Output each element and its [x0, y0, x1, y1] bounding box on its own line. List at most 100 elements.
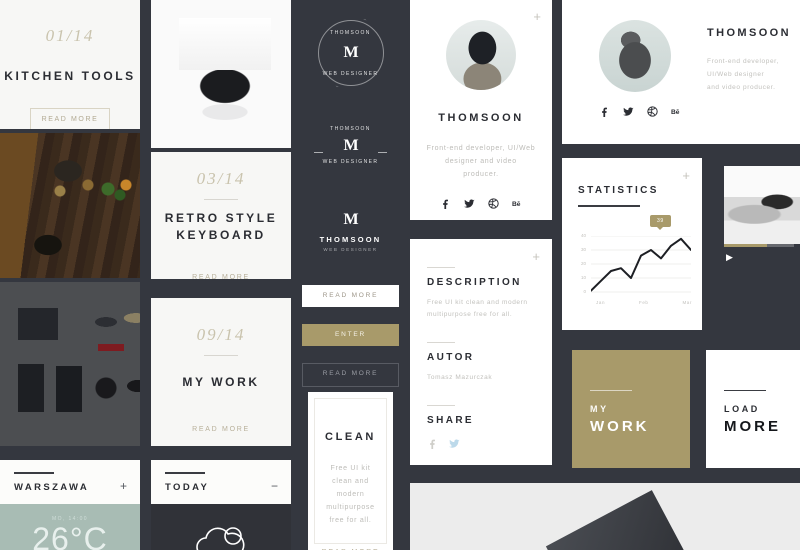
card-title: KITCHEN TOOLS [4, 69, 136, 83]
logo-stacked[interactable]: M THOMSOON WEB DESIGNER [302, 211, 399, 253]
chart-tooltip: 39 [650, 215, 671, 230]
facebook-icon[interactable] [427, 438, 438, 449]
twitter-icon[interactable] [623, 106, 634, 117]
arc-bottom-text: WEB DESIGNER [322, 159, 379, 165]
weather-city-label: WARSZAWA [14, 482, 90, 493]
facebook-icon[interactable] [440, 198, 451, 209]
profile-card-vertical[interactable]: + THOMSOON Front-end developer, UI/Web d… [410, 0, 552, 220]
read-more-ghost-button[interactable]: READ MORE [302, 363, 399, 387]
y-tick-20: 20 [580, 261, 586, 266]
dribbble-icon[interactable] [487, 198, 499, 209]
photo-card-accessories-flatlay[interactable] [0, 282, 140, 446]
expand-plus-icon[interactable]: + [533, 10, 541, 23]
behance-icon[interactable]: Bē [671, 106, 682, 117]
button-group: READ MORE ENTER READ MORE [302, 285, 399, 387]
badge-top-text: THOMSOON [330, 30, 371, 36]
tile-line1: LOAD [724, 404, 760, 414]
card-title: MY WORK [182, 375, 260, 389]
divider [204, 355, 238, 356]
read-more-link[interactable]: READ MORE [151, 274, 291, 279]
card-retro-style-keyboard[interactable]: 03/14 RETRO STYLE KEYBOARD READ MORE [151, 152, 291, 279]
y-tick-30: 30 [580, 247, 586, 252]
chart-plot-area: 40 30 20 10 0 Jan Feb Mar [574, 233, 692, 305]
photo-card-kitchen-flatlay[interactable] [0, 133, 140, 278]
expand-plus-icon[interactable]: + [682, 169, 690, 182]
y-tick-40: 40 [580, 233, 586, 238]
card-statistics[interactable]: + STATISTICS 39 40 30 20 10 0 Jan Feb Ma… [562, 158, 702, 330]
twitter-icon[interactable] [463, 198, 475, 209]
chart-gridlines [591, 236, 691, 293]
section-divider [427, 405, 455, 406]
tile-line1: MY [590, 404, 609, 414]
card-number: 03/14 [196, 169, 246, 188]
section-body-autor: Tomasz Mazurczak [427, 374, 493, 381]
mockup-panel[interactable] [410, 483, 800, 550]
dribbble-icon[interactable] [647, 106, 658, 117]
avatar-image [446, 20, 516, 90]
tile-my-work[interactable]: MY WORK [572, 350, 690, 468]
weather-body: MO, 14:00 26°C [0, 504, 140, 550]
social-links: Bē [599, 106, 682, 117]
section-divider [427, 267, 455, 268]
weather-header: WARSZAWA + [0, 460, 140, 504]
twitter-icon[interactable] [449, 438, 460, 449]
tile-load-more[interactable]: LOAD MORE [706, 350, 800, 468]
play-button[interactable]: ▶ [726, 252, 733, 263]
section-body-description: Free UI kit clean and modern multipurpos… [427, 299, 528, 318]
read-more-white-button[interactable]: READ MORE [302, 285, 399, 307]
video-progress-bar[interactable] [724, 244, 794, 247]
card-kitchen-tools[interactable]: 01/14 KITCHEN TOOLS READ MORE [0, 0, 140, 129]
arc-left-dash [314, 152, 323, 153]
svg-text:Bē: Bē [512, 201, 521, 208]
card-video-player[interactable]: ▶ [712, 158, 800, 270]
section-divider [427, 342, 455, 343]
read-more-link[interactable]: READ MORE [151, 426, 291, 433]
card-number: 09/14 [196, 325, 246, 344]
enter-button[interactable]: ENTER [302, 324, 399, 346]
read-more-button[interactable]: READ MORE [30, 108, 110, 129]
profile-name: THOMSOON [438, 112, 524, 124]
weather-meta: MO, 14:00 [52, 516, 88, 522]
logo-badge[interactable]: THOMSOON M WEB DESIGNER [302, 20, 399, 86]
svg-text:Bē: Bē [671, 109, 680, 116]
profile-bio-line1: Front-end developer, UI/Web designer [707, 58, 779, 78]
header-rule [165, 472, 205, 474]
kitchen-flatlay-image [0, 133, 140, 278]
weather-collapse-toggle[interactable]: − [271, 480, 278, 492]
x-tick-feb: Feb [638, 300, 649, 305]
card-my-work[interactable]: 09/14 MY WORK READ MORE [151, 298, 291, 446]
avatar [446, 20, 516, 90]
card-title-line1: RETRO STYLE [164, 211, 278, 225]
tile-divider [724, 390, 766, 391]
avatar [599, 20, 671, 92]
weather-widget-warszawa[interactable]: WARSZAWA + MO, 14:00 26°C [0, 460, 140, 550]
weather-temperature: 26°C [32, 521, 108, 550]
accessories-flatlay-image [0, 282, 140, 446]
x-tick-mar: Mar [682, 300, 692, 305]
card-description[interactable]: + DESCRIPTION Free UI kit clean and mode… [410, 239, 552, 465]
tile-divider [590, 390, 632, 391]
facebook-icon[interactable] [599, 106, 610, 117]
card-number: 01/14 [45, 26, 95, 45]
weather-header: TODAY − [151, 460, 291, 504]
video-thumbnail[interactable] [724, 166, 800, 244]
profile-card-horizontal[interactable]: THOMSOON Front-end developer, UI/Web des… [562, 0, 800, 144]
weather-widget-today[interactable]: TODAY − [151, 460, 291, 550]
behance-icon[interactable]: Bē [512, 198, 523, 209]
photo-card-typewriter[interactable] [151, 0, 291, 148]
divider [204, 199, 238, 200]
title-divider [578, 205, 640, 207]
monogram-icon: M [343, 211, 358, 228]
y-tick-10: 10 [580, 275, 586, 280]
profile-name: THOMSOON [707, 27, 791, 39]
logo-wordmark: THOMSOON [319, 235, 382, 244]
logo-arc[interactable]: THOMSOON M WEB DESIGNER [302, 126, 399, 182]
section-title-description: DESCRIPTION [427, 277, 522, 288]
weather-body [151, 504, 291, 550]
tile-line2: WORK [590, 418, 650, 435]
video-still-image [724, 166, 800, 244]
weather-expand-toggle[interactable]: + [120, 480, 127, 492]
badge-bottom-text: WEB DESIGNER [322, 71, 379, 77]
card-clean[interactable]: CLEAN Free UI kit clean and modern multi… [308, 392, 393, 550]
expand-plus-icon[interactable]: + [532, 250, 540, 263]
